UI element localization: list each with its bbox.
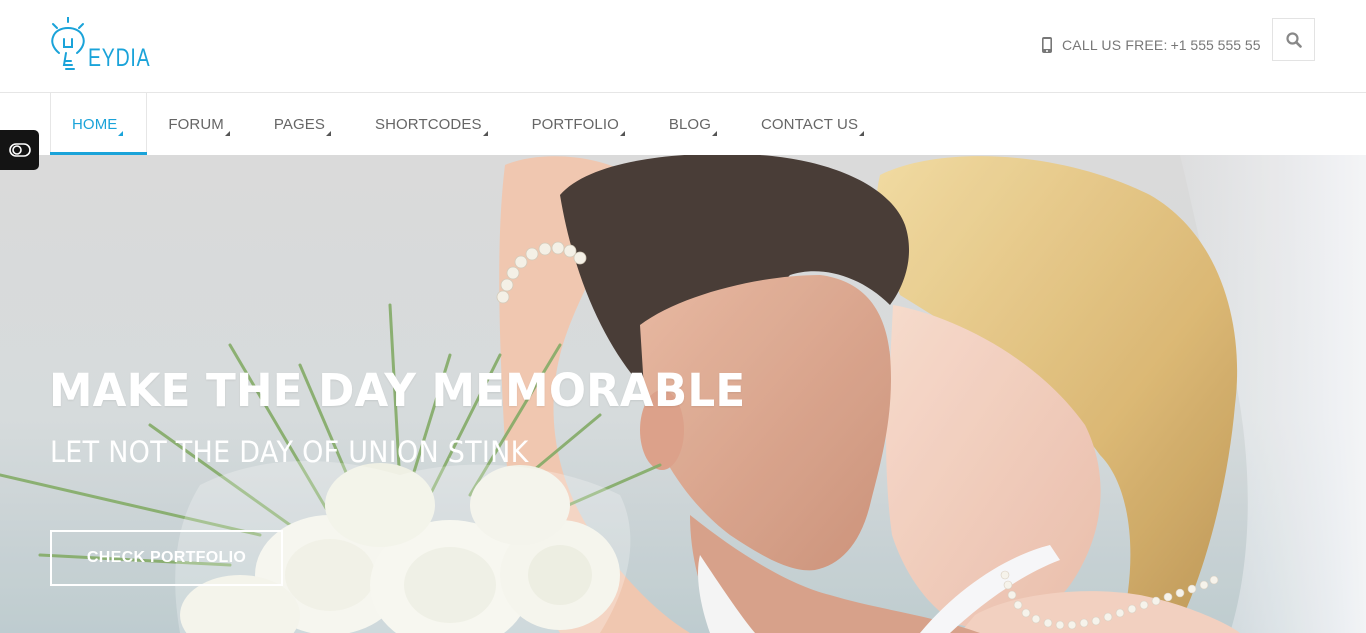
search-icon bbox=[1285, 31, 1302, 48]
page: EYDIA CALL US FREE: +1 555 555 55 HOME F… bbox=[0, 0, 1366, 633]
nav-item-home[interactable]: HOME bbox=[50, 93, 148, 155]
caret-icon bbox=[118, 131, 124, 136]
nav-item-portfolio[interactable]: PORTFOLIO bbox=[511, 93, 648, 155]
nav-item-blog[interactable]: BLOG bbox=[648, 93, 740, 155]
nav-item-pages[interactable]: PAGES bbox=[253, 93, 354, 155]
nav-item-label: CONTACT US bbox=[760, 115, 859, 133]
caret-icon bbox=[482, 131, 488, 136]
caret-icon bbox=[711, 131, 717, 136]
style-switcher-toggle[interactable] bbox=[0, 130, 39, 170]
nav-item-shortcodes[interactable]: SHORTCODES bbox=[354, 93, 511, 155]
toggle-switch-icon bbox=[8, 143, 31, 157]
phone-icon bbox=[1042, 37, 1052, 53]
nav-item-label: HOME bbox=[72, 115, 118, 133]
caret-icon bbox=[619, 131, 625, 136]
call-number[interactable]: +1 555 555 55 bbox=[1171, 37, 1261, 53]
main-nav: HOME FORUM PAGES SHORTCODES PORTFOLIO BL… bbox=[0, 93, 1366, 155]
logo-text: EYDIA bbox=[88, 44, 151, 72]
hero-subtitle: LET NOT THE DAY OF UNION STINK bbox=[50, 435, 529, 469]
call-label: CALL US FREE: bbox=[1062, 37, 1168, 53]
check-portfolio-button[interactable]: CHECK PORTFOLIO bbox=[50, 530, 283, 586]
nav-item-label: PORTFOLIO bbox=[531, 115, 619, 133]
nav-item-label: BLOG bbox=[668, 115, 711, 133]
call-info: CALL US FREE: +1 555 555 55 bbox=[1041, 35, 1260, 55]
nav-item-label: PAGES bbox=[273, 115, 325, 133]
nav-item-forum[interactable]: FORUM bbox=[147, 93, 253, 155]
nav-item-label: FORUM bbox=[168, 115, 224, 133]
nav-item-label: SHORTCODES bbox=[374, 115, 482, 133]
site-header: EYDIA CALL US FREE: +1 555 555 55 bbox=[0, 0, 1366, 93]
caret-icon bbox=[325, 131, 331, 136]
nav-item-contact-us[interactable]: CONTACT US bbox=[740, 93, 887, 155]
caret-icon bbox=[859, 131, 865, 136]
nav-list: HOME FORUM PAGES SHORTCODES PORTFOLIO BL… bbox=[50, 93, 887, 155]
caret-icon bbox=[224, 131, 230, 136]
search-button[interactable] bbox=[1272, 18, 1315, 61]
hero-title: MAKE THE DAY MEMORABLE bbox=[49, 364, 746, 417]
logo[interactable]: EYDIA bbox=[48, 17, 150, 75]
lightbulb-icon bbox=[51, 17, 85, 70]
hero-slider: MAKE THE DAY MEMORABLE LET NOT THE DAY O… bbox=[0, 155, 1366, 633]
